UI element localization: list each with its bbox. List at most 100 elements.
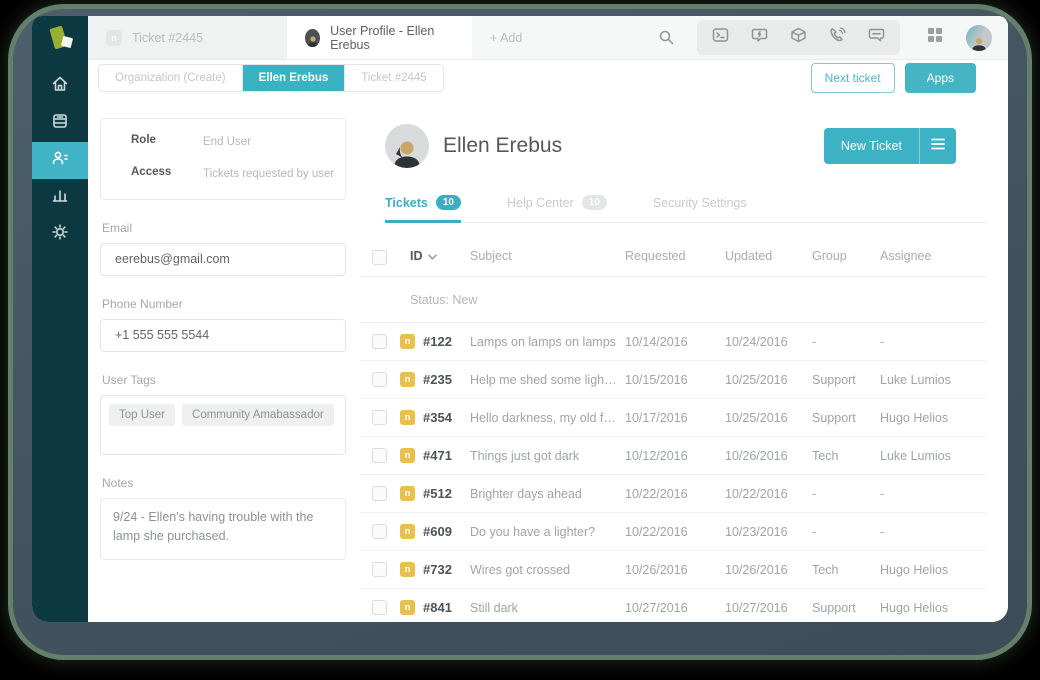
tag-chip[interactable]: Top User [109,404,175,426]
user-tags-field[interactable]: Top User Community Amabassador [100,395,346,455]
ticket-requested: 10/17/2016 [625,411,725,425]
tab-tickets[interactable]: Tickets 10 [385,195,461,222]
add-tab-button[interactable]: + Add [490,31,522,45]
profile-avatar [385,124,429,168]
email-label: Email [102,221,346,235]
notes-field[interactable]: 9/24 - Ellen's having trouble with the l… [100,498,346,560]
ticket-id[interactable]: #471 [423,448,452,463]
ticket-requested: 10/15/2016 [625,373,725,387]
ticket-id[interactable]: #512 [423,486,452,501]
column-subject[interactable]: Subject [470,249,625,263]
ticket-subject[interactable]: Do you have a lighter? [470,525,625,539]
sidebar-item-reports[interactable] [32,179,88,216]
breadcrumb-ticket-2445[interactable]: Ticket #2445 [345,65,442,91]
row-checkbox[interactable] [372,486,387,501]
ticket-subject[interactable]: Brighter days ahead [470,487,625,501]
package-icon[interactable] [790,27,807,48]
top-tab-bar: n Ticket #2445 User Profile - Ellen Ereb… [88,16,1008,60]
ticket-id[interactable]: #354 [423,410,452,425]
ticket-subject[interactable]: Still dark [470,601,625,615]
new-ticket-button[interactable]: New Ticket [824,128,919,164]
select-all-checkbox[interactable] [372,250,387,265]
user-tags-label: User Tags [102,373,346,387]
apps-button[interactable]: Apps [905,63,976,93]
next-ticket-button[interactable]: Next ticket [811,63,895,93]
table-row[interactable]: n #235 Help me shed some light... 10/15/… [360,361,986,399]
profile-tabs: Tickets 10 Help Center 10 Security Setti… [385,195,986,223]
ticket-id[interactable]: #609 [423,524,452,539]
table-row[interactable]: n #512 Brighter days ahead 10/22/2016 10… [360,475,986,513]
bolt-bubble-icon[interactable] [751,27,768,48]
breadcrumb-ellen-erebus[interactable]: Ellen Erebus [243,65,346,91]
ticket-subject[interactable]: Wires got crossed [470,563,625,577]
ticket-n-badge-icon: n [106,30,122,46]
row-checkbox[interactable] [372,600,387,615]
tab-user-profile[interactable]: User Profile - Ellen Erebus [287,16,472,59]
tab-help-center[interactable]: Help Center 10 [507,195,607,222]
ticket-table-body: n #122 Lamps on lamps on lamps 10/14/201… [360,323,986,622]
ticket-requested: 10/12/2016 [625,449,725,463]
tag-chip[interactable]: Community Amabassador [182,404,334,426]
ticket-group: Support [812,411,880,425]
app-logo[interactable] [32,16,88,60]
phone-label: Phone Number [102,297,346,311]
table-row[interactable]: n #471 Things just got dark 10/12/2016 1… [360,437,986,475]
ticket-updated: 10/26/2016 [725,449,812,463]
tab-security-settings[interactable]: Security Settings [653,195,747,222]
hamburger-icon [931,137,945,155]
ticket-subject[interactable]: Help me shed some light... [470,373,625,387]
column-id[interactable]: ID [400,249,470,263]
ticket-group: - [812,487,880,501]
ticket-assignee: - [880,525,986,539]
sidebar-item-settings[interactable] [32,216,88,253]
status-new-badge: n [400,600,415,615]
ticket-id[interactable]: #841 [423,600,452,615]
breadcrumb-organization[interactable]: Organization (Create) [99,65,243,91]
table-row[interactable]: n #354 Hello darkness, my old friend 10/… [360,399,986,437]
ticket-menu-button[interactable] [920,128,956,164]
ticket-id[interactable]: #235 [423,372,452,387]
status-new-badge: n [400,410,415,425]
table-row[interactable]: n #732 Wires got crossed 10/26/2016 10/2… [360,551,986,589]
phone-field[interactable]: +1 555 555 5544 [100,319,346,352]
table-row[interactable]: n #122 Lamps on lamps on lamps 10/14/201… [360,323,986,361]
tab-ticket-2445[interactable]: n Ticket #2445 [88,16,287,59]
search-icon[interactable] [658,29,675,46]
ticket-id[interactable]: #732 [423,562,452,577]
sidebar-item-home[interactable] [32,68,88,105]
row-checkbox[interactable] [372,372,387,387]
column-assignee[interactable]: Assignee [880,249,986,263]
ticket-assignee: - [880,335,986,349]
apps-grid-icon[interactable] [926,26,944,49]
ticket-subject[interactable]: Lamps on lamps on lamps [470,335,625,349]
ticket-id[interactable]: #122 [423,334,452,349]
table-row[interactable]: n #841 Still dark 10/27/2016 10/27/2016 … [360,589,986,622]
ticket-group: - [812,335,880,349]
column-updated[interactable]: Updated [725,249,812,263]
ticket-updated: 10/24/2016 [725,335,812,349]
ticket-group: Tech [812,563,880,577]
account-avatar[interactable] [966,25,992,51]
row-checkbox[interactable] [372,524,387,539]
help-center-count-badge: 10 [582,195,607,210]
ticket-updated: 10/26/2016 [725,563,812,577]
logo-white-shape [61,36,73,48]
table-row[interactable]: n #609 Do you have a lighter? 10/22/2016… [360,513,986,551]
row-checkbox[interactable] [372,448,387,463]
console-icon[interactable] [712,27,729,48]
sidebar-item-views[interactable] [32,105,88,142]
column-requested[interactable]: Requested [625,249,725,263]
column-group[interactable]: Group [812,249,880,263]
ticket-subject[interactable]: Hello darkness, my old friend [470,411,625,425]
row-checkbox[interactable] [372,562,387,577]
email-field[interactable]: eerebus@gmail.com [100,243,346,276]
ticket-assignee: Hugo Helios [880,601,986,615]
status-new-badge: n [400,486,415,501]
row-checkbox[interactable] [372,334,387,349]
sidebar-item-customers[interactable] [32,142,88,179]
phone-icon[interactable] [829,27,846,48]
chat-icon[interactable] [868,27,885,48]
ticket-subject[interactable]: Things just got dark [470,449,625,463]
row-checkbox[interactable] [372,410,387,425]
status-new-badge: n [400,334,415,349]
